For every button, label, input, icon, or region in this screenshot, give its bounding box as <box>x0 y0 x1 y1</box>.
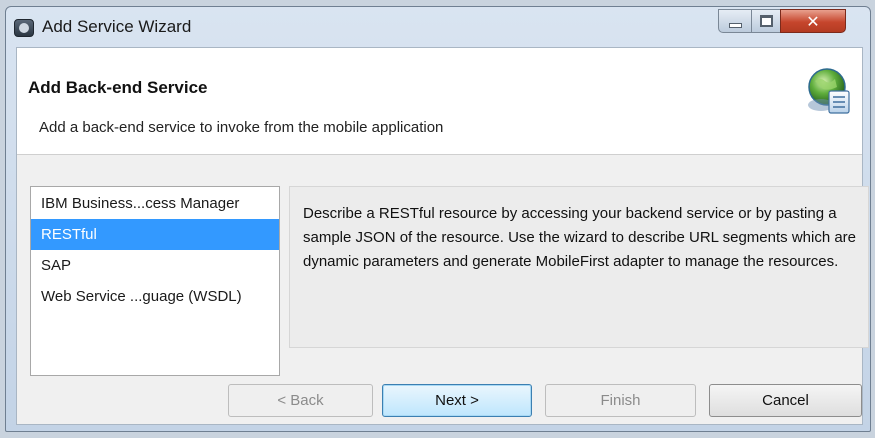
title-bar[interactable]: Add Service Wizard ✕ <box>6 7 870 47</box>
wizard-window: Add Service Wizard ✕ Add Back-end Servic… <box>5 6 871 432</box>
window-title: Add Service Wizard <box>42 17 192 36</box>
close-button[interactable]: ✕ <box>780 9 846 33</box>
app-icon <box>14 19 34 37</box>
list-item-wsdl[interactable]: Web Service ...guage (WSDL) <box>31 281 279 312</box>
service-description-text: Describe a RESTful resource by accessing… <box>303 205 857 270</box>
maximize-icon <box>759 15 773 27</box>
globe-service-icon <box>808 68 850 114</box>
maximize-button[interactable] <box>751 9 781 33</box>
cancel-button[interactable]: Cancel <box>709 384 862 417</box>
list-item-ibm-bpm[interactable]: IBM Business...cess Manager <box>31 188 279 219</box>
page-description: Add a back-end service to invoke from th… <box>39 119 444 136</box>
minimize-button[interactable] <box>718 9 752 33</box>
finish-button[interactable]: Finish <box>545 384 696 417</box>
wizard-body: Add Back-end Service Add a back-end serv… <box>16 47 869 425</box>
service-description-panel: Describe a RESTful resource by accessing… <box>289 186 869 348</box>
close-icon: ✕ <box>806 11 820 31</box>
wizard-header: Add Back-end Service Add a back-end serv… <box>17 48 862 155</box>
minimize-icon <box>728 22 742 28</box>
list-item-sap[interactable]: SAP <box>31 250 279 281</box>
back-button[interactable]: < Back <box>228 384 373 417</box>
list-item-restful[interactable]: RESTful <box>31 219 279 250</box>
service-type-list[interactable]: IBM Business...cess Manager RESTful SAP … <box>30 186 280 376</box>
next-button[interactable]: Next > <box>382 384 532 417</box>
page-title: Add Back-end Service <box>28 78 208 97</box>
